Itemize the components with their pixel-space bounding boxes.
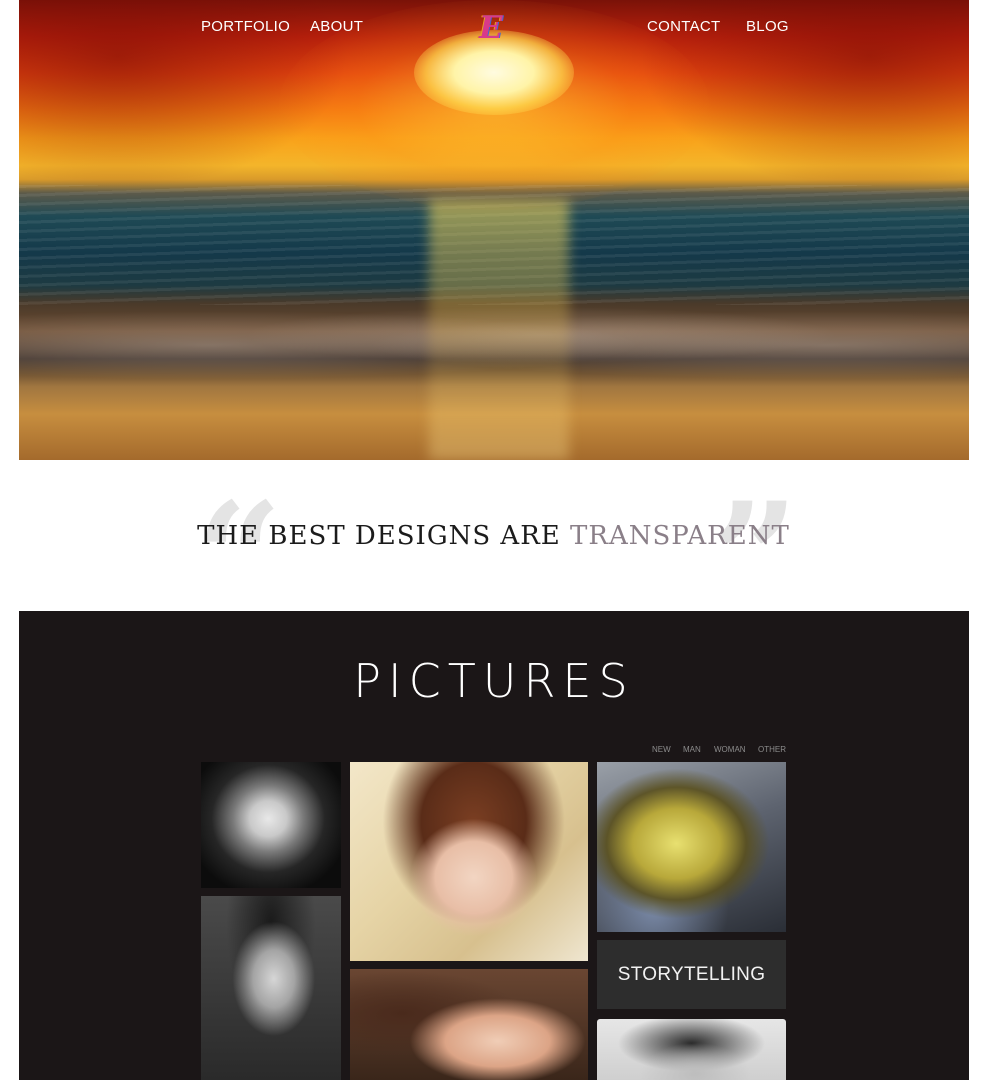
nav-blog[interactable]: BLOG xyxy=(746,18,789,35)
photo-man-portrait[interactable] xyxy=(201,896,341,1080)
quote-text: THE BEST DESIGNS ARE TRANSPARENT xyxy=(0,521,987,551)
nav-about[interactable]: ABOUT xyxy=(310,18,363,35)
nav-contact-link[interactable]: CONTACT xyxy=(647,18,720,35)
nav-portfolio-link[interactable]: PORTFOLIO xyxy=(201,18,290,35)
pictures-gallery: PICTURES NEW MAN WOMAN OTHER STORYTELLIN… xyxy=(19,611,969,1080)
nav-about-link[interactable]: ABOUT xyxy=(310,18,363,35)
photo-woman-portrait[interactable] xyxy=(350,762,588,961)
filter-new[interactable]: NEW xyxy=(652,745,671,754)
clouds-left xyxy=(19,0,349,190)
photo-ski-goggles[interactable] xyxy=(597,762,786,932)
photo-couple[interactable] xyxy=(350,969,588,1080)
storytelling-label: STORYTELLING xyxy=(617,964,766,985)
filter-man[interactable]: MAN xyxy=(683,745,701,754)
hero-banner: PORTFOLIO ABOUT E CONTACT BLOG xyxy=(19,0,969,460)
sun-reflection xyxy=(429,200,569,460)
quote-main: THE BEST DESIGNS ARE xyxy=(197,521,571,551)
filter-woman[interactable]: WOMAN xyxy=(714,745,746,754)
gallery-title: PICTURES xyxy=(353,654,635,708)
nav-blog-link[interactable]: BLOG xyxy=(746,18,789,35)
photo-woman-seated[interactable] xyxy=(201,762,341,888)
filter-other[interactable]: OTHER xyxy=(758,745,786,754)
quote-accent: TRANSPARENT xyxy=(570,521,790,551)
photo-woman-bw[interactable] xyxy=(597,1019,786,1080)
storytelling-tile[interactable]: STORYTELLING xyxy=(597,940,786,1009)
nav-portfolio[interactable]: PORTFOLIO xyxy=(201,18,290,35)
quote-section: “ ” THE BEST DESIGNS ARE TRANSPARENT xyxy=(0,483,987,633)
logo[interactable]: E xyxy=(479,10,503,46)
nav-contact[interactable]: CONTACT xyxy=(647,18,720,35)
